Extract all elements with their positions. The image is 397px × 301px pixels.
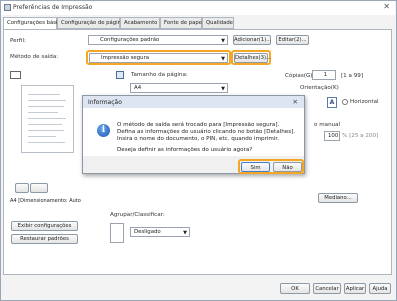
help-button[interactable]: Ajuda [369,283,391,294]
page-preview [21,85,74,153]
no-button[interactable]: Não [273,162,302,172]
orientation-horizontal-label: Horizontal [350,99,379,105]
dialog-title: Informação [88,99,122,106]
restore-defaults-button[interactable]: Restaurar padrões [11,234,78,244]
dialog-message-line-1: O método de saída será trocado para [Imp… [117,122,280,128]
cancel-button[interactable]: Cancelar [313,283,341,294]
grouping-label: Agrupar/Classificar: [110,212,165,218]
add-profile-button[interactable]: Adicionar(1)... [233,35,271,45]
tab-paper-source[interactable]: Fonte de papel [160,17,203,29]
tab-quality[interactable]: Qualidade [202,17,234,29]
grouping-value: Desligado [134,229,161,235]
scale-label: o manual [314,122,341,128]
copies-value: 1 [323,72,327,78]
edit-profile-button[interactable]: Editar(2)... [276,35,309,45]
scale-range: % [25 a 200] [342,133,379,139]
information-dialog: Informação ✕ i O método de saída será tr… [82,95,305,174]
copies-range: [1 a 99] [341,73,364,79]
window-close-icon[interactable]: ✕ [383,2,390,11]
chevron-down-icon: ▼ [183,230,187,236]
apply-button[interactable]: Aplicar [344,283,366,294]
tab-page-setup[interactable]: Configuração de página [57,17,124,29]
window-title: Preferências de Impressão [13,4,93,11]
window-titlebar: Preferências de Impressão ✕ [1,1,395,15]
output-method-select[interactable]: Impressão segura ▼ [89,53,228,63]
scale-value: 100 [328,133,339,139]
dialog-body: i O método de saída será trocado para [I… [83,108,304,156]
chevron-down-icon: ▼ [221,56,225,62]
yes-button[interactable]: Sim [241,162,270,172]
view-settings-button[interactable]: Exibir configurações [11,221,78,231]
grouping-icon [110,223,124,243]
dialog-close-icon[interactable]: ✕ [293,98,298,106]
grouping-select[interactable]: Desligado ▼ [130,227,190,237]
dialog-message-line-3: Insira o nome do documento, o PIN, etc. … [117,136,279,142]
dialog-titlebar: Informação ✕ [83,96,304,108]
ok-button[interactable]: OK [280,283,310,294]
profile-value: Configurações padrão [100,37,160,43]
copies-label: Cópias(G): [285,73,315,79]
chevron-down-icon: ▼ [221,86,225,92]
right-settings-button[interactable]: Mediano... [318,193,358,203]
preview-caption: A4 [Dimensionamento: Auto [10,198,81,204]
output-method-value: Impressão segura [101,55,150,61]
page-size-value: A4 [134,85,142,91]
orientation-label: Orientação(K) [300,85,339,91]
page-size-label: Tamanho da página: [131,72,188,78]
output-method-label: Método de saída: [10,54,59,60]
printer-icon [4,4,11,11]
layout-icon [10,71,21,79]
orientation-vertical-icon[interactable]: A [327,97,337,108]
info-icon: i [97,124,110,137]
page-size-select[interactable]: A4 ▼ [130,83,228,93]
dialog-question: Deseja definir as informações do usuário… [117,147,253,153]
preview-toggle-button[interactable] [15,183,29,193]
dialog-message-line-2: Defina as informações do usuário clicand… [117,129,296,135]
preview-edit-button[interactable] [30,183,48,193]
copies-input[interactable]: 1 [312,70,336,80]
profile-select[interactable]: Configurações padrão ▼ [88,35,228,45]
page-size-icon [116,71,124,79]
chevron-down-icon: ▼ [221,38,225,44]
orientation-horizontal-radio[interactable] [342,99,348,105]
details-button[interactable]: Detalhes(3)... [234,53,271,63]
scale-input[interactable]: 100 [324,131,340,141]
profile-label: Perfil: [10,38,26,44]
tab-finishing[interactable]: Acabamento [120,17,160,29]
